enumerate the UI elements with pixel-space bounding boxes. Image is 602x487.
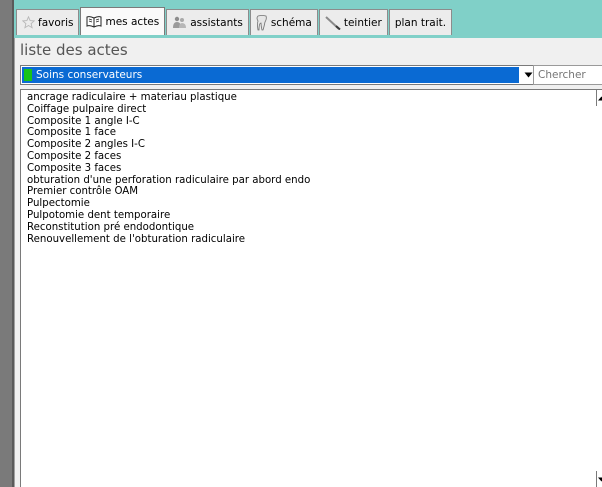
tooth-icon [256, 14, 268, 31]
category-selected-value: Soins conservateurs [22, 67, 519, 83]
acts-list[interactable]: ancrage radiculaire + materiau plastique… [20, 89, 602, 487]
tab-assistants[interactable]: assistants [166, 9, 249, 35]
list-item[interactable]: Composite 3 faces [27, 163, 310, 175]
tab-mes-actes[interactable]: mes actes [80, 7, 166, 35]
list-item[interactable]: Pulpectomie [27, 198, 310, 210]
list-item[interactable]: obturation d'une perforation radiculaire… [27, 175, 310, 187]
list-item[interactable]: Reconstitution pré endodontique [27, 222, 310, 234]
tab-favoris[interactable]: favoris [16, 9, 80, 35]
book-icon [86, 15, 102, 28]
tab-schema-label: schéma [270, 16, 312, 29]
star-icon [22, 16, 35, 29]
tab-assistants-label: assistants [190, 16, 243, 29]
tab-teintier-label: teintier [343, 16, 382, 29]
tab-bar: favoris mes actes assistants schéma tein… [16, 7, 453, 35]
tab-schema[interactable]: schéma [249, 9, 318, 35]
tab-plan-traitement[interactable]: plan trait. [388, 9, 453, 35]
tab-plan-traitement-label: plan trait. [394, 16, 447, 29]
category-select[interactable]: Soins conservateurs [20, 65, 538, 85]
list-item[interactable]: ancrage radiculaire + materiau plastique [27, 92, 310, 104]
scroll-down-button[interactable] [596, 471, 602, 487]
acts-panel: liste des actes Soins conservateurs ancr… [14, 38, 602, 487]
list-item[interactable]: Composite 1 face [27, 127, 310, 139]
tab-mes-actes-label: mes actes [105, 15, 160, 28]
search-input[interactable] [533, 65, 602, 85]
assistants-icon [172, 16, 187, 29]
list-item[interactable]: Coiffage pulpaire direct [27, 104, 310, 116]
acts-list-items: ancrage radiculaire + materiau plastique… [27, 92, 310, 245]
scroll-up-button[interactable] [596, 90, 602, 106]
list-item[interactable]: Composite 1 angle I-C [27, 116, 310, 128]
list-item[interactable]: Composite 2 angles I-C [27, 139, 310, 151]
shade-tool-icon [325, 15, 341, 30]
window-left-edge [0, 0, 14, 487]
list-item[interactable]: Pulpotomie dent temporaire [27, 210, 310, 222]
list-item[interactable]: Composite 2 faces [27, 151, 310, 163]
tab-teintier[interactable]: teintier [318, 9, 388, 35]
tab-favoris-label: favoris [38, 16, 74, 29]
category-color-swatch [24, 69, 32, 81]
panel-title: liste des actes [20, 41, 128, 59]
list-item[interactable]: Premier contrôle OAM [27, 186, 310, 198]
list-item[interactable]: Renouvellement de l'obturation radiculai… [27, 234, 310, 246]
